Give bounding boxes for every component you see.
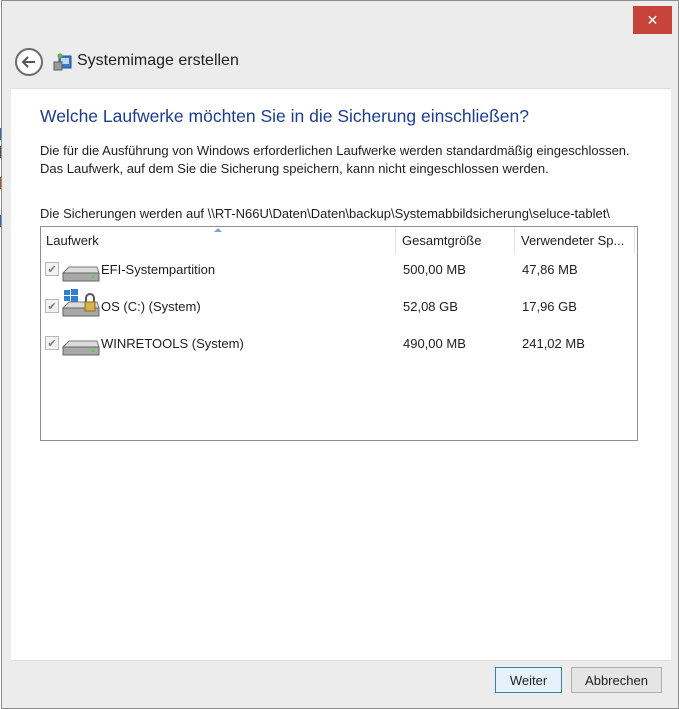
table-row[interactable]: ✔ WINRETOOLS (System) 490,00 MB 241,02 M… <box>41 329 637 359</box>
include-checkbox[interactable]: ✔ <box>45 336 59 350</box>
column-header-label: Verwendeter Sp... <box>521 233 625 248</box>
dialog-footer: Weiter Abbrechen <box>11 660 671 700</box>
column-header-label: Laufwerk <box>46 233 99 248</box>
next-button[interactable]: Weiter <box>495 667 562 693</box>
destination-text: Die Sicherungen werden auf \\RT-N66U\Dat… <box>40 206 610 221</box>
description-text: Die für die Ausführung von Windows erfor… <box>40 143 630 176</box>
drive-name: EFI-Systempartition <box>101 262 216 277</box>
content-area: Welche Laufwerke möchten Sie in die Sich… <box>11 88 671 660</box>
drive-total-size: 52,08 GB <box>403 299 458 314</box>
include-checkbox[interactable]: ✔ <box>45 299 59 313</box>
drive-list[interactable]: Laufwerk Gesamtgröße Verwendeter Sp... ✔… <box>40 226 638 441</box>
backup-icon <box>53 53 72 71</box>
hard-drive-icon <box>61 340 100 356</box>
drive-name: WINRETOOLS (System) <box>101 336 244 351</box>
drive-used-space: 17,96 GB <box>522 299 577 314</box>
close-button[interactable]: ✕ <box>633 6 672 34</box>
drive-name: OS (C:) (System) <box>101 299 201 314</box>
page-heading: Welche Laufwerke möchten Sie in die Sich… <box>40 106 529 126</box>
hard-drive-icon <box>61 266 100 282</box>
drive-used-space: 241,02 MB <box>522 336 585 351</box>
next-button-label: Weiter <box>509 672 548 688</box>
column-header-label: Gesamtgröße <box>402 233 482 248</box>
back-button[interactable] <box>15 48 43 76</box>
windows-drive-icon <box>61 289 100 317</box>
cancel-button[interactable]: Abbrechen <box>571 667 662 693</box>
sort-ascending-icon <box>214 228 222 232</box>
include-checkbox[interactable]: ✔ <box>45 262 59 276</box>
column-header-total-size[interactable]: Gesamtgröße <box>397 227 515 254</box>
close-icon: ✕ <box>646 11 659 28</box>
dialog-header: Systemimage erstellen <box>11 37 671 89</box>
table-row[interactable]: ✔ OS (C:) (System) 52,08 GB 17,96 GB <box>41 289 637 322</box>
drive-used-space: 47,86 MB <box>522 262 578 277</box>
back-arrow-icon <box>21 56 35 68</box>
dialog-window: ✕ Systemimage erstellen Welche Laufwerke… <box>1 0 679 709</box>
table-row[interactable]: ✔ EFI-Systempartition 500,00 MB 47,86 MB <box>41 255 637 285</box>
column-header-used-space[interactable]: Verwendeter Sp... <box>516 227 635 254</box>
drive-total-size: 500,00 MB <box>403 262 466 277</box>
dialog-title: Systemimage erstellen <box>77 52 239 69</box>
drive-total-size: 490,00 MB <box>403 336 466 351</box>
cancel-button-label: Abbrechen <box>585 672 648 688</box>
